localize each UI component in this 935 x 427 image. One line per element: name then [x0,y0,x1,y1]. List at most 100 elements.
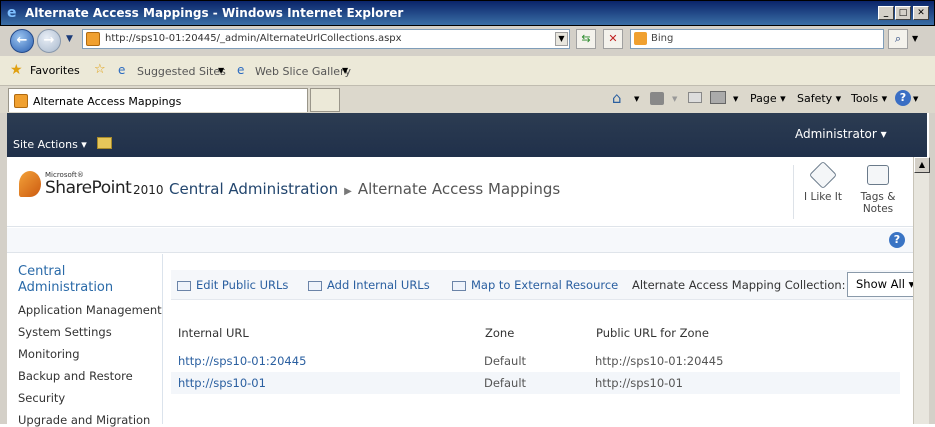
search-box[interactable]: Bing [630,29,884,49]
address-dropdown-icon[interactable]: ▼ [555,32,568,46]
minimize-button[interactable]: _ [878,6,894,20]
collection-selector-value: Show All [856,277,905,291]
user-menu[interactable]: Administrator ▾ [795,127,887,141]
mail-icon[interactable] [688,92,702,103]
new-tab-button[interactable] [310,88,340,112]
zone-cell: Default [484,376,527,390]
address-url: http://sps10-01:20445/_admin/AlternateUr… [105,33,402,44]
ribbon-separator [793,165,794,219]
vertical-scrollbar[interactable]: ▲ [913,157,930,424]
help-bar: ? [7,228,913,253]
breadcrumb-root-link[interactable]: Central Administration [169,180,338,198]
maximize-button[interactable]: □ [895,6,911,20]
tools-menu[interactable]: Tools ▾ [851,92,887,105]
public-url-cell: http://sps10-01 [595,376,683,390]
tab-title: Alternate Access Mappings [33,95,182,108]
history-dropdown-icon[interactable]: ▼ [66,34,73,44]
internal-url-link[interactable]: http://sps10-01 [178,376,266,390]
breadcrumb-arrow-icon: ▶ [344,186,352,197]
breadcrumb: Central Administration ▶ Alternate Access … [169,180,560,198]
nav-heading-central-administration[interactable]: Central Administration [18,264,113,296]
i-like-it-button[interactable]: I Like It [798,160,848,203]
nav-item-monitoring[interactable]: Monitoring [18,347,80,361]
logo-product: SharePoint [45,178,132,198]
suggested-sites-link[interactable]: Suggested Sites [137,65,226,78]
favorites-button[interactable]: Favorites [30,64,80,77]
tags-notes-icon [867,165,889,185]
column-header-zone[interactable]: Zone [485,326,514,340]
add-internal-urls-label: Add Internal URLs [327,278,430,292]
page-favicon-icon [86,32,100,46]
nav-item-backup-and-restore[interactable]: Backup and Restore [18,369,133,383]
add-internal-urls-button[interactable]: Add Internal URLs [308,278,430,292]
map-external-resource-label: Map to External Resource [471,278,619,292]
tags-notes-label-2: Notes [862,203,894,215]
nav-heading-line1: Central [18,264,66,279]
tab-alternate-access-mappings[interactable]: Alternate Access Mappings [8,88,308,112]
aam-toolbar: Edit Public URLs Add Internal URLs Map t… [171,270,917,300]
help-icon[interactable]: ? [889,232,905,248]
navigate-up-icon[interactable] [97,137,112,149]
refresh-button[interactable]: ⇆ [576,29,596,49]
sharepoint-ribbon: Administrator ▾ Site Actions ▾ [7,113,927,157]
internal-url-link[interactable]: http://sps10-01:20445 [178,354,306,368]
feeds-icon[interactable] [650,92,664,105]
search-icon[interactable]: ⌕ [888,29,908,49]
tags-notes-label-1: Tags & [860,191,896,203]
add-icon [308,280,322,291]
nav-item-upgrade-and-migration[interactable]: Upgrade and Migration [18,413,150,427]
nav-item-security[interactable]: Security [18,391,65,405]
ie-page-icon: e [118,63,126,77]
search-placeholder: Bing [651,33,674,44]
tag-icon [808,160,838,190]
web-slice-gallery-link[interactable]: Web Slice Gallery [255,65,351,78]
close-window-button[interactable]: ✕ [913,6,929,20]
page-title: Alternate Access Mappings [357,180,561,198]
help-dropdown-icon[interactable]: ▼ [913,95,918,103]
tags-notes-button[interactable]: Tags & Notes [853,165,903,215]
suggested-sites-dropdown-icon[interactable]: ▼ [218,66,224,75]
edit-icon [177,280,191,291]
page-menu-label: Page [750,92,777,105]
web-slice-dropdown-icon[interactable]: ▼ [342,66,348,75]
home-icon[interactable]: ⌂ [612,89,622,107]
forward-button[interactable]: → [37,29,61,53]
window-title-bar: e Alternate Access Mappings - Windows In… [0,0,935,26]
public-url-cell: http://sps10-01:20445 [595,354,724,368]
scroll-up-button[interactable]: ▲ [914,157,930,173]
page-menu[interactable]: Page ▾ [750,92,786,105]
print-dropdown-icon[interactable]: ▼ [733,95,738,103]
user-name: Administrator [795,127,877,141]
print-icon[interactable] [710,91,726,104]
help-menu-icon[interactable]: ? [895,90,911,106]
address-bar[interactable]: http://sps10-01:20445/_admin/AlternateUr… [82,29,570,49]
safety-menu[interactable]: Safety ▾ [797,92,841,105]
column-header-internal-url[interactable]: Internal URL [178,326,249,340]
nav-item-application-management[interactable]: Application Management [18,303,162,317]
add-favorite-icon[interactable]: ☆ [94,62,106,77]
column-header-public-url[interactable]: Public URL for Zone [596,326,709,340]
tools-menu-label: Tools [851,92,879,105]
back-button[interactable]: ← [10,29,34,53]
i-like-it-label: I Like It [804,191,842,203]
collection-label: Alternate Access Mapping Collection: [632,278,846,292]
logo-version: 2010 [133,183,164,197]
site-actions-menu[interactable]: Site Actions ▾ [13,138,87,151]
window-title: Alternate Access Mappings - Windows Inte… [25,6,404,20]
home-dropdown-icon[interactable]: ▼ [634,95,639,103]
map-external-resource-button[interactable]: Map to External Resource [452,278,618,292]
map-icon [452,280,466,291]
stop-button[interactable]: ✕ [603,29,623,49]
safety-menu-label: Safety [797,92,833,105]
edit-public-urls-button[interactable]: Edit Public URLs [177,278,288,292]
nav-item-system-settings[interactable]: System Settings [18,325,112,339]
window-frame-left [0,113,7,424]
tab-favicon-icon [14,94,28,108]
zone-cell: Default [484,354,527,368]
title-area: Microsoft® SharePoint 2010 Central Admin… [7,157,913,227]
collection-selector[interactable]: Show All ▾ [847,272,917,297]
search-options-icon[interactable]: ▼ [912,34,918,43]
feeds-dropdown-icon[interactable]: ▼ [672,95,677,103]
quick-launch: Central Administration Application Manag… [7,254,163,427]
sharepoint-logo-icon [19,171,41,197]
